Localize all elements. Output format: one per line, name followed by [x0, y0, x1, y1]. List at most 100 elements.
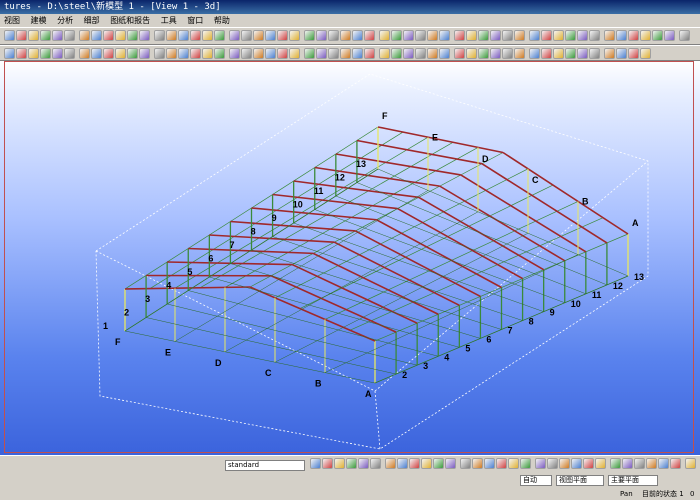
toolbar-button-icon[interactable]: [190, 30, 201, 41]
toolbar-button-icon[interactable]: [502, 48, 513, 59]
toolbar-button-icon[interactable]: [664, 30, 675, 41]
toolbar-button-icon[interactable]: [403, 48, 414, 59]
toolbar-button-icon[interactable]: [214, 30, 225, 41]
toolbar-button-icon[interactable]: [91, 30, 102, 41]
toolbar-button-icon[interactable]: [628, 48, 639, 59]
toolbar-button-icon[interactable]: [391, 30, 402, 41]
toolbar-button-icon[interactable]: [595, 458, 606, 469]
toolbar-button-icon[interactable]: [514, 48, 525, 59]
menu-item-drawings-reports[interactable]: 图纸和报告: [106, 14, 154, 27]
toolbar-button-icon[interactable]: [154, 48, 165, 59]
toolbar-button-icon[interactable]: [478, 48, 489, 59]
toolbar-button-icon[interactable]: [253, 48, 264, 59]
toolbar-button-icon[interactable]: [529, 48, 540, 59]
toolbar-button-icon[interactable]: [466, 48, 477, 59]
toolbar-button-icon[interactable]: [427, 48, 438, 59]
toolbar-button-icon[interactable]: [535, 458, 546, 469]
toolbar-button-icon[interactable]: [415, 30, 426, 41]
toolbar-button-icon[interactable]: [433, 458, 444, 469]
toolbar-button-icon[interactable]: [496, 458, 507, 469]
toolbar-button-icon[interactable]: [379, 30, 390, 41]
view-plane-combo[interactable]: 视图平面: [556, 475, 604, 486]
toolbar-button-icon[interactable]: [679, 30, 690, 41]
toolbar-button-icon[interactable]: [520, 458, 531, 469]
toolbar-button-icon[interactable]: [421, 458, 432, 469]
toolbar-button-icon[interactable]: [214, 48, 225, 59]
toolbar-button-icon[interactable]: [454, 48, 465, 59]
toolbar-button-icon[interactable]: [529, 30, 540, 41]
menu-item-analysis[interactable]: 分析: [53, 14, 77, 27]
menu-item-view[interactable]: 视图: [0, 14, 24, 27]
toolbar-button-icon[interactable]: [310, 458, 321, 469]
toolbar-button-icon[interactable]: [577, 30, 588, 41]
toolbar-button-icon[interactable]: [154, 30, 165, 41]
toolbar-button-icon[interactable]: [685, 458, 696, 469]
toolbar-button-icon[interactable]: [127, 48, 138, 59]
menu-item-modeling[interactable]: 建模: [27, 14, 51, 27]
auto-combo[interactable]: 自动: [520, 475, 552, 486]
menu-item-detailing[interactable]: 细部: [80, 14, 104, 27]
toolbar-button-icon[interactable]: [328, 30, 339, 41]
toolbar-button-icon[interactable]: [508, 458, 519, 469]
toolbar-button-icon[interactable]: [79, 30, 90, 41]
toolbar-button-icon[interactable]: [289, 48, 300, 59]
toolbar-button-icon[interactable]: [616, 30, 627, 41]
toolbar-button-icon[interactable]: [514, 30, 525, 41]
toolbar-button-icon[interactable]: [277, 30, 288, 41]
toolbar-button-icon[interactable]: [670, 458, 681, 469]
toolbar-button-icon[interactable]: [265, 48, 276, 59]
toolbar-button-icon[interactable]: [403, 30, 414, 41]
toolbar-button-icon[interactable]: [658, 458, 669, 469]
toolbar-button-icon[interactable]: [352, 30, 363, 41]
toolbar-button-icon[interactable]: [115, 30, 126, 41]
toolbar-button-icon[interactable]: [640, 48, 651, 59]
toolbar-button-icon[interactable]: [304, 30, 315, 41]
toolbar-button-icon[interactable]: [241, 30, 252, 41]
toolbar-button-icon[interactable]: [229, 48, 240, 59]
toolbar-button-icon[interactable]: [358, 458, 369, 469]
toolbar-button-icon[interactable]: [178, 30, 189, 41]
toolbar-button-icon[interactable]: [202, 30, 213, 41]
toolbar-button-icon[interactable]: [583, 458, 594, 469]
toolbar-button-icon[interactable]: [460, 458, 471, 469]
toolbar-button-icon[interactable]: [229, 30, 240, 41]
toolbar-button-icon[interactable]: [634, 458, 645, 469]
toolbar-button-icon[interactable]: [370, 458, 381, 469]
toolbar-button-icon[interactable]: [277, 48, 288, 59]
toolbar-button-icon[interactable]: [571, 458, 582, 469]
toolbar-button-icon[interactable]: [553, 48, 564, 59]
toolbar-button-icon[interactable]: [64, 30, 75, 41]
toolbar-button-icon[interactable]: [346, 458, 357, 469]
toolbar-button-icon[interactable]: [190, 48, 201, 59]
model-view-3d[interactable]: 1 2 3 4 5 6 7 8 9 10 11 12 13 A B C D E F 2 3 4 5 6 7 8 9 10 11 12 13 A…: [0, 61, 700, 455]
toolbar-button-icon[interactable]: [502, 30, 513, 41]
toolbar-button-icon[interactable]: [616, 48, 627, 59]
toolbar-button-icon[interactable]: [466, 30, 477, 41]
toolbar-button-icon[interactable]: [139, 30, 150, 41]
toolbar-button-icon[interactable]: [28, 30, 39, 41]
toolbar-button-icon[interactable]: [610, 458, 621, 469]
toolbar-button-icon[interactable]: [589, 30, 600, 41]
toolbar-button-icon[interactable]: [472, 458, 483, 469]
toolbar-button-icon[interactable]: [490, 30, 501, 41]
toolbar-button-icon[interactable]: [547, 458, 558, 469]
toolbar-button-icon[interactable]: [427, 30, 438, 41]
toolbar-button-icon[interactable]: [304, 48, 315, 59]
toolbar-button-icon[interactable]: [409, 458, 420, 469]
toolbar-button-icon[interactable]: [397, 458, 408, 469]
toolbar-button-icon[interactable]: [589, 48, 600, 59]
toolbar-button-icon[interactable]: [490, 48, 501, 59]
toolbar-button-icon[interactable]: [16, 30, 27, 41]
menu-item-tools[interactable]: 工具: [157, 14, 181, 27]
toolbar-button-icon[interactable]: [91, 48, 102, 59]
toolbar-button-icon[interactable]: [379, 48, 390, 59]
toolbar-button-icon[interactable]: [166, 30, 177, 41]
toolbar-button-icon[interactable]: [454, 30, 465, 41]
toolbar-button-icon[interactable]: [604, 48, 615, 59]
toolbar-button-icon[interactable]: [577, 48, 588, 59]
toolbar-button-icon[interactable]: [340, 48, 351, 59]
toolbar-button-icon[interactable]: [166, 48, 177, 59]
toolbar-button-icon[interactable]: [541, 30, 552, 41]
toolbar-button-icon[interactable]: [316, 30, 327, 41]
menu-item-help[interactable]: 帮助: [210, 14, 234, 27]
